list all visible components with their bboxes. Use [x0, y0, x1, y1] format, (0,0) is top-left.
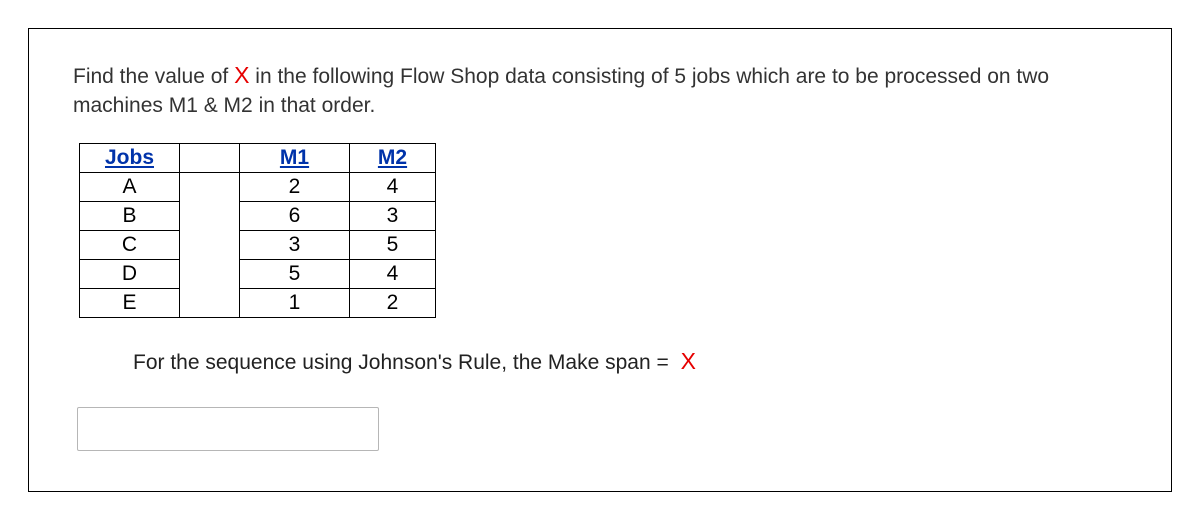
table-row: E 1 2 — [80, 288, 436, 317]
cell-m2: 3 — [350, 201, 436, 230]
cell-gap — [180, 172, 240, 317]
header-gap — [180, 143, 240, 172]
table-row: A 2 4 — [80, 172, 436, 201]
cell-m2: 2 — [350, 288, 436, 317]
cell-job: E — [80, 288, 180, 317]
flow-shop-table: Jobs M1 M2 A 2 4 B 6 3 C 3 5 D — [79, 143, 436, 318]
cell-job: B — [80, 201, 180, 230]
cell-m2: 4 — [350, 259, 436, 288]
table-row: C 3 5 — [80, 230, 436, 259]
cell-m2: 5 — [350, 230, 436, 259]
question-box: Find the value of X in the following Flo… — [28, 28, 1172, 492]
answer-line: For the sequence using Johnson's Rule, t… — [133, 348, 1127, 375]
answer-input[interactable] — [77, 407, 379, 451]
cell-m1: 5 — [240, 259, 350, 288]
question-prefix: Find the value of — [73, 65, 234, 88]
cell-m2: 4 — [350, 172, 436, 201]
header-jobs: Jobs — [80, 143, 180, 172]
cell-job: A — [80, 172, 180, 201]
cell-job: C — [80, 230, 180, 259]
cell-m1: 1 — [240, 288, 350, 317]
cell-m1: 3 — [240, 230, 350, 259]
answer-text: For the sequence using Johnson's Rule, t… — [133, 351, 669, 374]
table-row: B 6 3 — [80, 201, 436, 230]
answer-x: X — [681, 348, 696, 374]
x-variable: X — [234, 62, 249, 88]
question-container: Find the value of X in the following Flo… — [0, 0, 1200, 520]
cell-job: D — [80, 259, 180, 288]
cell-m1: 6 — [240, 201, 350, 230]
table-header-row: Jobs M1 M2 — [80, 143, 436, 172]
table-row: D 5 4 — [80, 259, 436, 288]
header-m1: M1 — [240, 143, 350, 172]
header-m2: M2 — [350, 143, 436, 172]
question-text: Find the value of X in the following Flo… — [73, 59, 1127, 121]
cell-m1: 2 — [240, 172, 350, 201]
